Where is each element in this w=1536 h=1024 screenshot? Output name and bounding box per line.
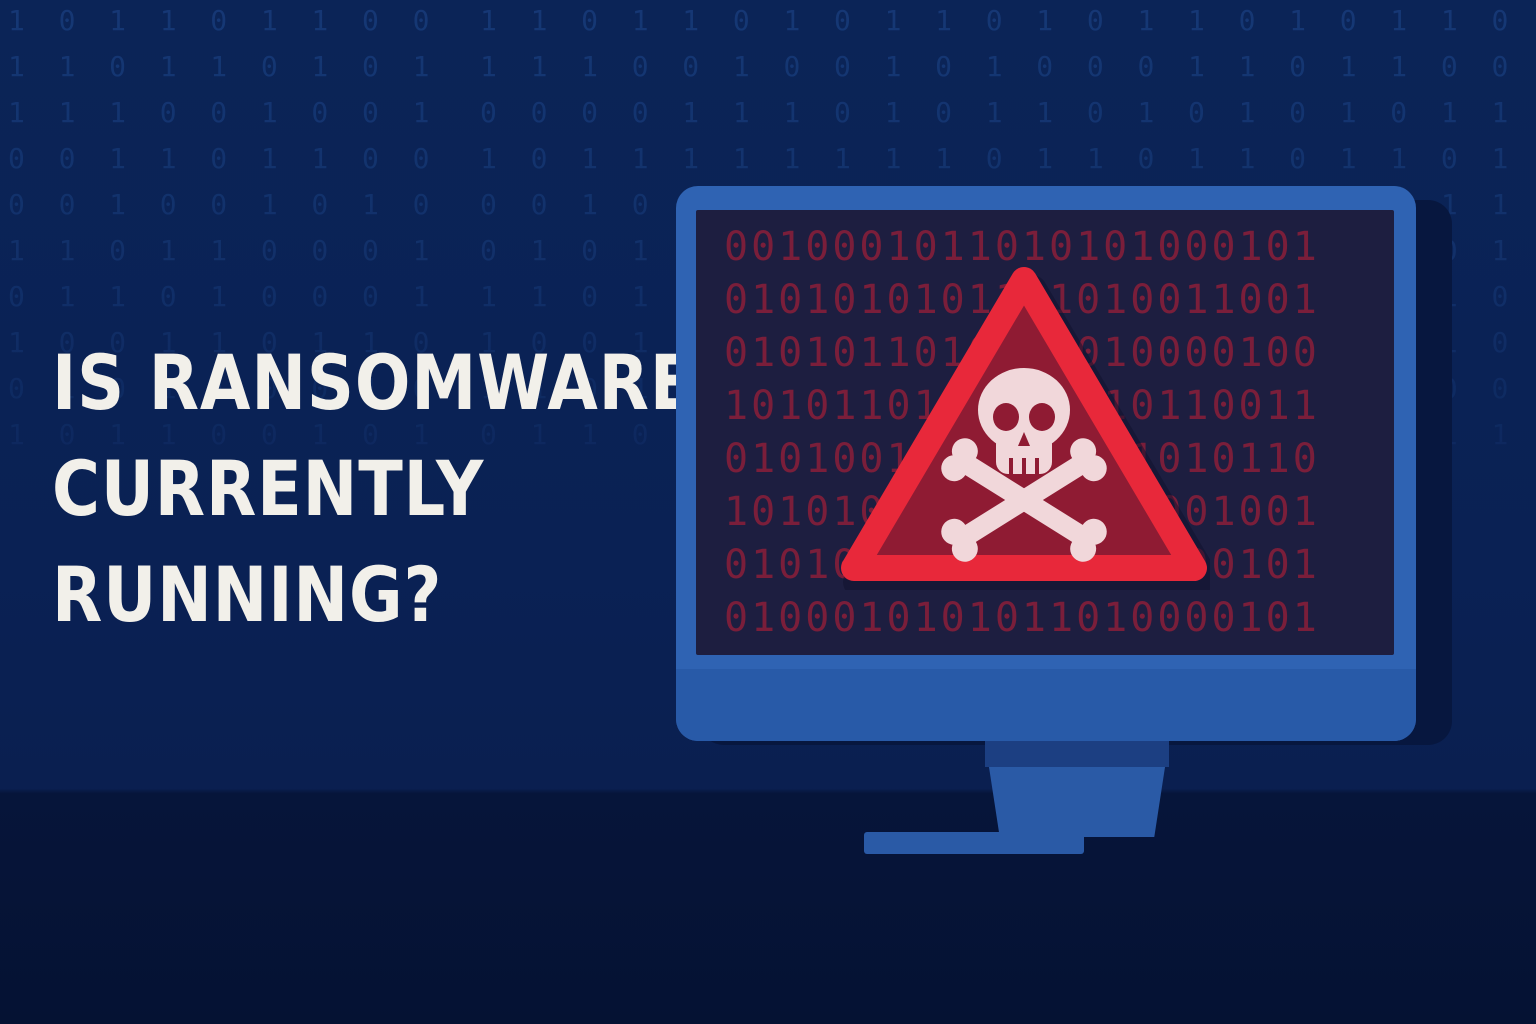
screen-binary-row: 0100010101011010000101 [724,595,1320,641]
headline-line: IS RANSOMWARE [52,338,696,427]
headline-line: CURRENTLY [52,444,485,533]
background-binary-row: 0 0 1 1 0 1 1 0 0 1 0 1 1 1 1 1 1 1 1 0 … [8,142,1536,175]
headline: IS RANSOMWARE CURRENTLY RUNNING? [52,330,695,648]
monitor-stand-shadow [985,741,1169,767]
monitor-chin [676,669,1416,741]
headline-line: RUNNING? [52,550,443,639]
background-binary-row: 1 0 1 1 0 1 1 0 0 1 1 0 1 1 0 1 0 1 1 0 … [8,4,1536,37]
skull-warning-icon [841,267,1210,590]
monitor-stand-base [864,832,1084,854]
background-binary-row: 1 1 0 1 1 0 1 0 1 1 1 1 0 0 1 0 0 1 0 1 … [8,50,1536,83]
background-binary-row: 1 1 1 0 0 1 0 0 1 0 0 0 0 1 1 1 0 1 0 1 … [8,96,1536,129]
